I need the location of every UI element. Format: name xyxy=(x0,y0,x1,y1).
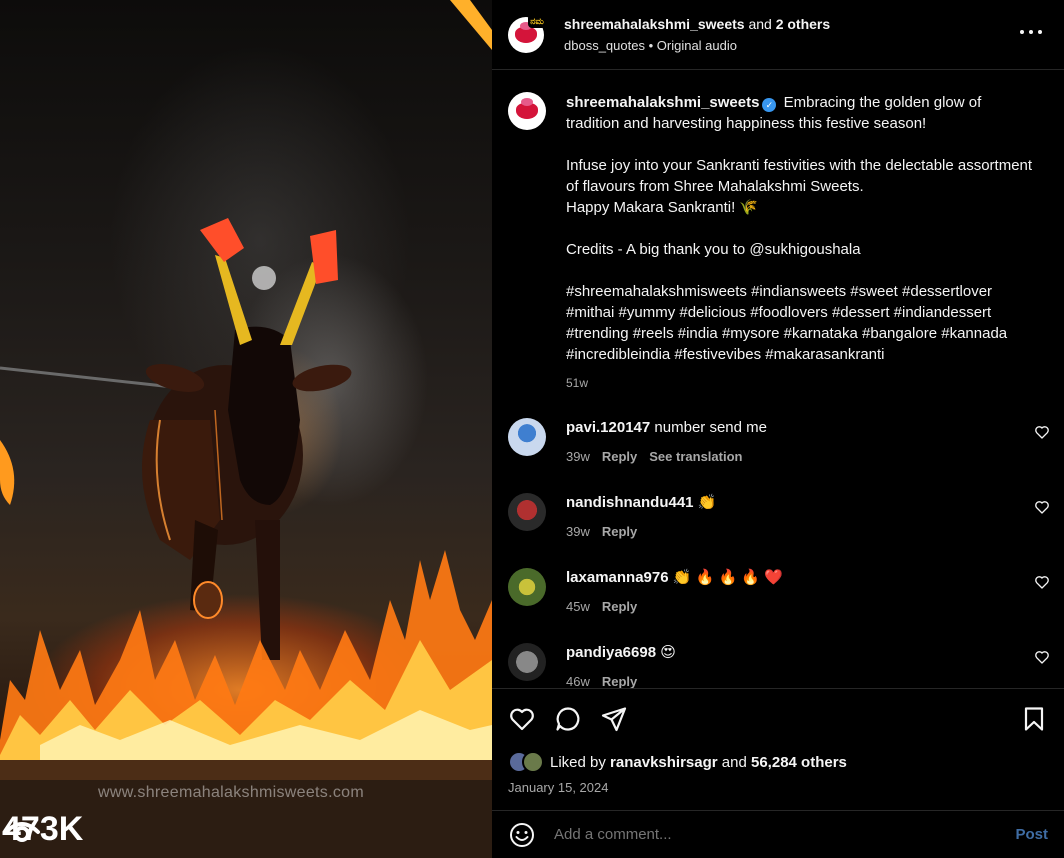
share-send-icon[interactable] xyxy=(600,705,628,733)
comment-username[interactable]: pavi.120147 xyxy=(566,419,650,436)
more-options-button[interactable] xyxy=(1020,22,1042,42)
post-date: January 15, 2024 xyxy=(508,780,609,795)
comments-scroll-area[interactable]: shreemahalakshmi_sweets ✓ Embracing the g… xyxy=(492,70,1064,688)
reply-button[interactable]: Reply xyxy=(602,522,637,542)
view-counter: 473K xyxy=(2,810,83,849)
comment-input[interactable] xyxy=(554,826,974,843)
liker-avatar[interactable] xyxy=(522,751,544,773)
like-comment-heart-icon[interactable] xyxy=(1034,649,1050,665)
audio-label[interactable]: Original audio xyxy=(657,38,737,53)
collab-avatar-badge[interactable]: ನಮ xyxy=(528,14,546,28)
verified-badge-icon: ✓ xyxy=(762,98,777,112)
comment-time: 45w xyxy=(566,599,590,614)
more-dot-icon xyxy=(1020,30,1024,34)
post-panel: ನಮ shreemahalakshmi_sweets and 2 others … xyxy=(492,0,1064,858)
like-comment-heart-icon[interactable] xyxy=(1034,424,1050,440)
reply-button[interactable]: Reply xyxy=(602,672,637,688)
author-username[interactable]: shreemahalakshmi_sweets xyxy=(564,16,745,32)
like-comment-heart-icon[interactable] xyxy=(1034,499,1050,515)
comment-username[interactable]: laxamanna976 xyxy=(566,569,669,586)
caption-line-3: Happy Makara Sankranti! 🌾 xyxy=(566,199,759,216)
brand-logo-icon xyxy=(516,98,538,119)
see-translation-button[interactable]: See translation xyxy=(649,447,742,467)
like-comment-heart-icon[interactable] xyxy=(1034,574,1050,590)
likes-others-link[interactable]: 56,284 others xyxy=(751,754,847,771)
play-views-icon xyxy=(4,822,40,842)
commenter-avatar[interactable] xyxy=(508,568,546,606)
comment-item: pandiya6698 😍 46w Reply xyxy=(492,643,1064,688)
audio-separator: • xyxy=(648,38,654,53)
brand-logo-icon xyxy=(515,21,537,43)
comment-text: 👏 xyxy=(697,494,717,511)
emoji-picker-icon[interactable] xyxy=(508,821,536,849)
watermark-text: www.shreemahalakshmisweets.com xyxy=(98,784,364,801)
liker-username[interactable]: ranavkshirsagr xyxy=(610,754,718,771)
comment-time: 46w xyxy=(566,674,590,688)
caption-username[interactable]: shreemahalakshmi_sweets xyxy=(566,94,759,111)
collaborators-link[interactable]: 2 others xyxy=(776,16,830,32)
post-comment-button[interactable]: Post xyxy=(1015,826,1048,843)
post-caption: shreemahalakshmi_sweets ✓ Embracing the g… xyxy=(492,70,1064,394)
comment-text: number send me xyxy=(654,419,767,436)
caption-line-2: Infuse joy into your Sankranti festiviti… xyxy=(566,157,1033,195)
likes-and-text: and xyxy=(721,753,747,771)
comment-username[interactable]: pandiya6698 xyxy=(566,644,656,661)
add-comment-bar: Post xyxy=(492,810,1064,858)
comment-item: nandishnandu441 👏 39w Reply xyxy=(492,493,1064,542)
comment-time: 39w xyxy=(566,449,590,464)
audio-author[interactable]: dboss_quotes xyxy=(564,38,645,53)
commenter-avatar[interactable] xyxy=(508,418,546,456)
caption-author-avatar[interactable] xyxy=(508,92,546,130)
comment-item: laxamanna976 👏 🔥 🔥 🔥 ❤️ 45w Reply xyxy=(492,568,1064,617)
comment-time: 39w xyxy=(566,524,590,539)
caption-timestamp: 51w xyxy=(566,376,589,390)
more-dot-icon xyxy=(1029,30,1033,34)
liked-by-prefix: Liked by xyxy=(550,753,606,771)
comment-bubble-icon[interactable] xyxy=(554,705,582,733)
bull-fire-scene xyxy=(0,0,492,858)
save-bookmark-icon[interactable] xyxy=(1020,705,1048,733)
caption-hashtags[interactable]: #shreemahalakshmisweets #indiansweets #s… xyxy=(566,281,1036,365)
caption-credits: Credits - A big thank you to @sukhigoush… xyxy=(566,241,861,258)
post-header: ನಮ shreemahalakshmi_sweets and 2 others … xyxy=(492,0,1064,70)
post-actions: Liked by ranavkshirsagr and 56,284 other… xyxy=(492,688,1064,810)
like-heart-icon[interactable] xyxy=(508,705,536,733)
reply-button[interactable]: Reply xyxy=(602,597,637,617)
commenter-avatar[interactable] xyxy=(508,493,546,531)
and-text: and xyxy=(748,16,772,32)
more-dot-icon xyxy=(1038,30,1042,34)
reel-video[interactable]: www.shreemahalakshmisweets.com 473K xyxy=(0,0,492,858)
comment-text: 😍 xyxy=(660,644,676,661)
reply-button[interactable]: Reply xyxy=(602,447,637,467)
comment-username[interactable]: nandishnandu441 xyxy=(566,494,694,511)
comment-text: 👏 🔥 🔥 🔥 ❤️ xyxy=(672,569,783,586)
likes-summary: Liked by ranavkshirsagr and 56,284 other… xyxy=(508,751,847,773)
commenter-avatar-story-ring[interactable] xyxy=(508,643,546,681)
comment-item: pavi.120147 number send me 39w Reply See… xyxy=(492,418,1064,467)
